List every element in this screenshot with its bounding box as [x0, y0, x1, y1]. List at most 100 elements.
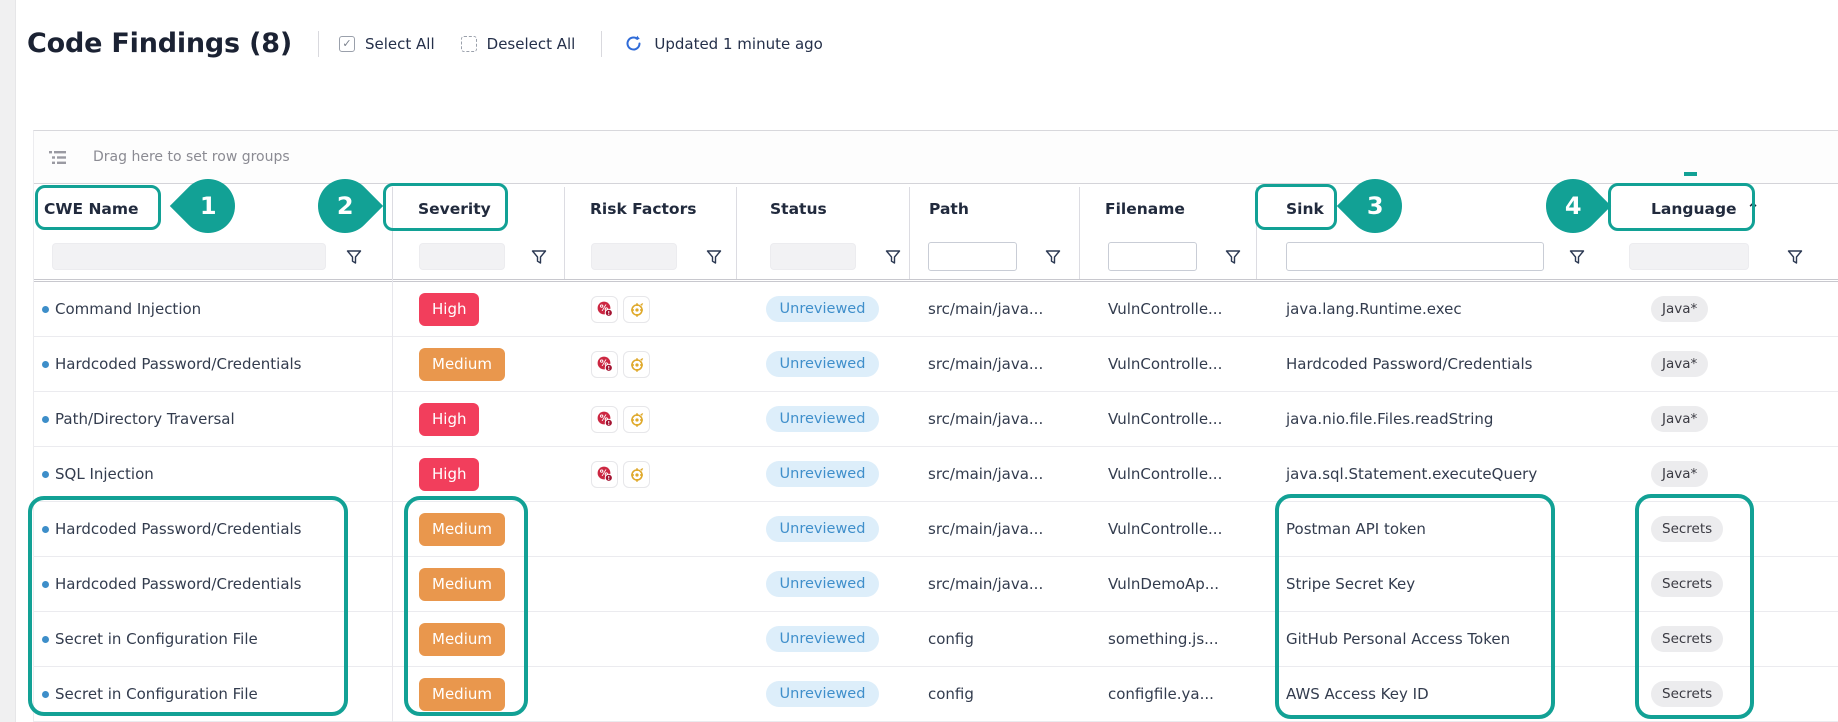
- filter-funnel-icon[interactable]: [346, 249, 362, 265]
- path-text: config: [928, 685, 974, 703]
- row-bullet-icon: [42, 581, 49, 588]
- deselect-all-button[interactable]: Deselect All: [461, 35, 576, 53]
- column-header-risk-factors[interactable]: Risk Factors: [564, 184, 736, 234]
- status-badge: Unreviewed: [766, 351, 880, 377]
- status-badge: Unreviewed: [766, 516, 880, 542]
- filename-text: VulnDemoAp...: [1108, 575, 1219, 593]
- column-label: Filename: [1105, 200, 1185, 218]
- filename-text: VulnControlle...: [1108, 520, 1222, 538]
- grid-filter-row: [34, 234, 1838, 282]
- status-cell: Unreviewed: [736, 612, 909, 666]
- risk-factors-filter-input[interactable]: [591, 243, 677, 270]
- risk-factors-cell: [564, 502, 736, 556]
- risk-target-icon[interactable]: [623, 296, 650, 323]
- path-text: src/main/java...: [928, 355, 1043, 373]
- column-label: Severity: [418, 200, 491, 218]
- risk-badge-icon[interactable]: % !: [591, 461, 618, 488]
- risk-badge-icon[interactable]: % !: [591, 296, 618, 323]
- risk-target-icon[interactable]: [623, 351, 650, 378]
- filename-text: VulnControlle...: [1108, 300, 1222, 318]
- cwe-name-text: Hardcoded Password/Credentials: [55, 575, 302, 593]
- status-filter-input[interactable]: [770, 243, 856, 270]
- language-cell: Java*: [1601, 392, 1838, 446]
- finding-row[interactable]: Secret in Configuration File Medium Unre…: [34, 667, 1838, 722]
- filter-funnel-icon[interactable]: [885, 249, 901, 265]
- risk-target-icon[interactable]: [623, 461, 650, 488]
- filename-filter-input[interactable]: [1108, 242, 1197, 271]
- cwe-name-cell: Secret in Configuration File: [34, 667, 392, 721]
- finding-row[interactable]: Hardcoded Password/Credentials Medium % …: [34, 337, 1838, 392]
- severity-badge: Medium: [419, 568, 505, 601]
- sink-text: GitHub Personal Access Token: [1286, 630, 1510, 648]
- severity-cell: Medium: [392, 612, 564, 666]
- path-cell: src/main/java...: [909, 502, 1079, 556]
- filter-funnel-icon[interactable]: [531, 249, 547, 265]
- status-cell: Unreviewed: [736, 337, 909, 391]
- path-cell: src/main/java...: [909, 557, 1079, 611]
- cwe-filter-input[interactable]: [52, 243, 326, 270]
- severity-cell: Medium: [392, 337, 564, 391]
- filename-text: something.js...: [1108, 630, 1218, 648]
- finding-row[interactable]: Secret in Configuration File Medium Unre…: [34, 612, 1838, 667]
- language-badge: Java*: [1651, 351, 1708, 377]
- finding-row[interactable]: Path/Directory Traversal High % !: [34, 392, 1838, 447]
- annotation-dash: [1684, 172, 1697, 176]
- language-badge: Secrets: [1651, 626, 1723, 652]
- sink-filter-input[interactable]: [1286, 242, 1544, 271]
- cwe-name-cell: Secret in Configuration File: [34, 612, 392, 666]
- filter-cell-filename: [1079, 234, 1256, 279]
- risk-badge-icon[interactable]: % !: [591, 351, 618, 378]
- column-divider: [909, 187, 910, 279]
- finding-row[interactable]: Command Injection High % !: [34, 282, 1838, 337]
- status-badge: Unreviewed: [766, 571, 880, 597]
- column-label: Sink: [1286, 200, 1324, 218]
- severity-badge: High: [419, 293, 479, 326]
- finding-row[interactable]: Hardcoded Password/Credentials Medium Un…: [34, 502, 1838, 557]
- filename-text: VulnControlle...: [1108, 355, 1222, 373]
- language-cell: Java*: [1601, 337, 1838, 391]
- sink-text: java.sql.Statement.executeQuery: [1286, 465, 1537, 483]
- filter-funnel-icon[interactable]: [1787, 249, 1803, 265]
- svg-text:!: !: [607, 366, 610, 372]
- filter-funnel-icon[interactable]: [1045, 249, 1061, 265]
- sink-cell: Stripe Secret Key: [1256, 557, 1601, 611]
- filter-funnel-icon[interactable]: [1569, 249, 1585, 265]
- select-all-button[interactable]: ✓ Select All: [339, 35, 435, 53]
- column-header-language[interactable]: Language ↑: [1601, 184, 1838, 234]
- finding-row[interactable]: SQL Injection High % !: [34, 447, 1838, 502]
- path-text: src/main/java...: [928, 410, 1043, 428]
- severity-badge: Medium: [419, 678, 505, 711]
- risk-factors-cell: [564, 557, 736, 611]
- column-header-filename[interactable]: Filename: [1079, 184, 1256, 234]
- language-cell: Secrets: [1601, 667, 1838, 721]
- severity-badge: Medium: [419, 513, 505, 546]
- refresh-icon[interactable]: [624, 34, 643, 53]
- language-filter-input[interactable]: [1629, 243, 1749, 270]
- filename-cell: something.js...: [1079, 612, 1256, 666]
- severity-cell: High: [392, 447, 564, 501]
- language-badge: Secrets: [1651, 571, 1723, 597]
- row-group-dropzone[interactable]: Drag here to set row groups: [34, 131, 1838, 184]
- column-label: Language: [1651, 200, 1737, 218]
- filename-cell: VulnControlle...: [1079, 337, 1256, 391]
- path-cell: src/main/java...: [909, 337, 1079, 391]
- column-header-status[interactable]: Status: [736, 184, 909, 234]
- sink-cell: Postman API token: [1256, 502, 1601, 556]
- finding-row[interactable]: Hardcoded Password/Credentials Medium Un…: [34, 557, 1838, 612]
- column-header-severity[interactable]: Severity: [392, 184, 564, 234]
- status-badge: Unreviewed: [766, 296, 880, 322]
- sink-text: Stripe Secret Key: [1286, 575, 1415, 593]
- risk-badge-icon[interactable]: % !: [591, 406, 618, 433]
- page-title: Code Findings (8): [27, 28, 292, 59]
- filter-funnel-icon[interactable]: [1225, 249, 1241, 265]
- filter-funnel-icon[interactable]: [706, 249, 722, 265]
- cwe-name-cell: Hardcoded Password/Credentials: [34, 337, 392, 391]
- cwe-name-text: Secret in Configuration File: [55, 685, 258, 703]
- risk-target-icon[interactable]: [623, 406, 650, 433]
- language-cell: Java*: [1601, 447, 1838, 501]
- column-header-path[interactable]: Path: [909, 184, 1079, 234]
- path-filter-input[interactable]: [928, 242, 1017, 271]
- cwe-name-text: Hardcoded Password/Credentials: [55, 520, 302, 538]
- severity-filter-input[interactable]: [419, 243, 505, 270]
- filename-cell: VulnControlle...: [1079, 282, 1256, 336]
